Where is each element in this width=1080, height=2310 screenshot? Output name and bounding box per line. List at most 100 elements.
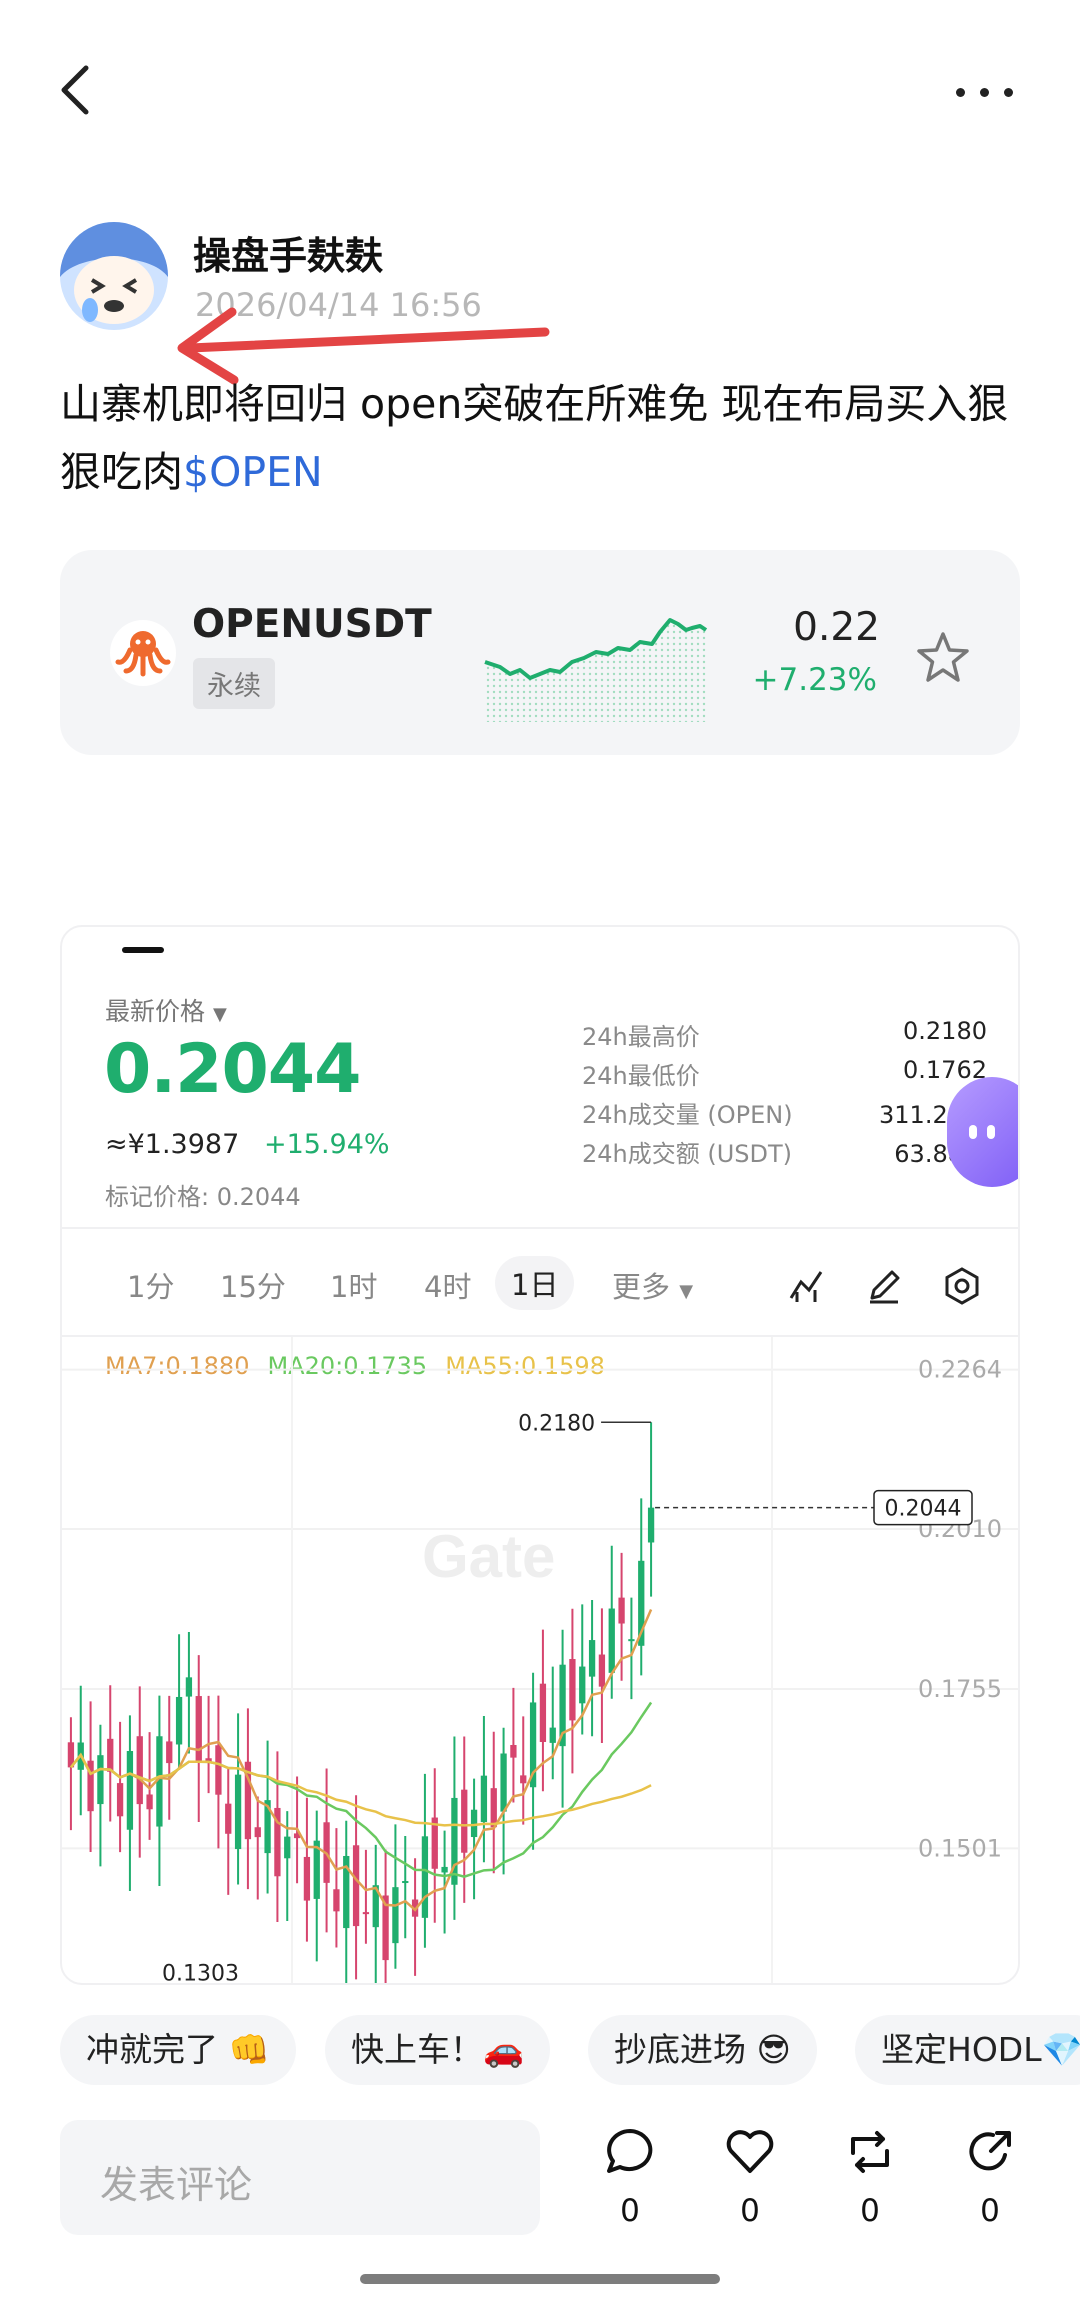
tab-15m[interactable]: 15分 bbox=[220, 1264, 286, 1306]
candle-body bbox=[215, 1745, 222, 1795]
candle-body bbox=[579, 1666, 586, 1704]
candle-body bbox=[303, 1856, 311, 1901]
candle-body bbox=[97, 1755, 104, 1805]
candle-body bbox=[116, 1783, 124, 1817]
card-change: +7.23% bbox=[752, 662, 877, 698]
latest-price: 0.2044 bbox=[104, 1030, 361, 1109]
candle-body bbox=[107, 1738, 114, 1772]
divider bbox=[62, 1227, 1018, 1229]
candle-body bbox=[608, 1608, 615, 1673]
interval-tabs: 1分 15分 1时 4时 1日 更多 ▼ bbox=[62, 1252, 1018, 1322]
candle-body bbox=[588, 1640, 596, 1677]
candle-body bbox=[195, 1696, 202, 1763]
perpetual-badge: 永续 bbox=[193, 658, 275, 709]
candle-body bbox=[441, 1866, 448, 1873]
comment-input[interactable]: 发表评论 bbox=[60, 2120, 540, 2235]
sparkline bbox=[484, 618, 708, 722]
stat-row: 24h最低价 0.1762 bbox=[582, 1056, 987, 1090]
candle-body bbox=[284, 1836, 291, 1859]
indicator-icon[interactable] bbox=[787, 1266, 827, 1306]
candle-body bbox=[234, 1774, 242, 1850]
candlestick-chart[interactable]: 0.22640.20100.17550.1501 Gate 0.21800.20… bbox=[62, 1337, 1020, 1985]
cny-price: ≈¥1.3987 bbox=[105, 1129, 240, 1160]
drag-handle[interactable] bbox=[122, 947, 164, 953]
tab-4h[interactable]: 4时 bbox=[424, 1264, 471, 1306]
mark-price: 标记价格: 0.2044 bbox=[105, 1183, 301, 1211]
y-tick-label: 0.1501 bbox=[918, 1834, 1002, 1862]
caret-down-icon: ▼ bbox=[212, 1004, 227, 1025]
last-price-label: 0.2044 bbox=[885, 1497, 962, 1522]
high-label: 0.2180 bbox=[518, 1411, 595, 1436]
comment-button[interactable]: 0 bbox=[595, 2125, 665, 2245]
quick-reply-chip[interactable]: 冲就完了 👊 bbox=[60, 2015, 296, 2085]
more-button[interactable] bbox=[950, 70, 1020, 110]
candle-body bbox=[225, 1803, 232, 1834]
settings-hex-icon[interactable] bbox=[942, 1266, 982, 1306]
candle-body bbox=[628, 1639, 635, 1642]
comment-icon bbox=[607, 2129, 653, 2173]
candle-body bbox=[490, 1788, 497, 1828]
quick-reply-chip[interactable]: 坚定HODL💎 bbox=[855, 2015, 1080, 2085]
tab-1d[interactable]: 1日 bbox=[495, 1256, 575, 1310]
candle-body bbox=[500, 1753, 507, 1812]
candle-body bbox=[569, 1659, 576, 1721]
candle-body bbox=[254, 1827, 261, 1838]
latest-price-label[interactable]: 最新价格 ▼ bbox=[105, 992, 227, 1028]
candle-body bbox=[333, 1889, 340, 1912]
candle-body bbox=[166, 1741, 173, 1764]
home-indicator bbox=[360, 2274, 720, 2284]
watermark: Gate bbox=[422, 1523, 555, 1590]
quick-reply-chip[interactable]: 快上车！🚗 bbox=[325, 2015, 551, 2085]
ticker-card[interactable]: OPENUSDT 永续 0.22 +7.23% bbox=[60, 550, 1020, 755]
y-tick-label: 0.1755 bbox=[918, 1675, 1002, 1703]
assistant-bubble[interactable] bbox=[947, 1077, 1018, 1187]
candle-body bbox=[461, 1789, 468, 1853]
pencil-icon[interactable] bbox=[864, 1266, 904, 1306]
like-button[interactable]: 0 bbox=[715, 2125, 785, 2245]
heart-icon bbox=[726, 2130, 774, 2173]
tab-more[interactable]: 更多 ▼ bbox=[612, 1264, 693, 1306]
repost-button[interactable]: 0 bbox=[835, 2125, 905, 2245]
stat-row: 24h最高价 0.2180 bbox=[582, 1017, 987, 1051]
candle-body bbox=[598, 1654, 606, 1687]
price-change: +15.94% bbox=[264, 1129, 390, 1160]
caret-down-icon: ▼ bbox=[679, 1281, 694, 1302]
tab-1h[interactable]: 1时 bbox=[330, 1264, 377, 1306]
candle-body bbox=[470, 1809, 478, 1838]
candle-body bbox=[480, 1775, 488, 1823]
candle-body bbox=[146, 1794, 153, 1810]
card-price: 0.22 bbox=[793, 605, 880, 650]
low-label: 0.1303 bbox=[162, 1962, 239, 1985]
candle-body bbox=[402, 1881, 409, 1884]
quick-replies: 冲就完了 👊 快上车！🚗 抄底进场 😎 坚定HODL💎 bbox=[0, 2015, 1080, 2085]
chevron-left-icon bbox=[61, 65, 89, 115]
quick-reply-chip[interactable]: 抄底进场 😎 bbox=[588, 2015, 817, 2085]
candle-body bbox=[510, 1744, 517, 1758]
candle-body bbox=[618, 1597, 625, 1624]
favorite-button[interactable] bbox=[915, 630, 971, 686]
candle-body bbox=[647, 1507, 655, 1543]
stat-row: 24h成交量 (OPEN) 311.26万 bbox=[582, 1101, 987, 1129]
candle-body bbox=[136, 1736, 143, 1805]
y-tick-label: 0.2264 bbox=[918, 1356, 1002, 1384]
candle-body bbox=[539, 1683, 547, 1742]
candle-body bbox=[362, 1912, 370, 1915]
back-button[interactable] bbox=[56, 60, 96, 120]
post-text: 山寨机即将回归 open突破在所难免 现在布局买入狠狠吃肉$OPEN bbox=[60, 370, 1020, 506]
more-dots-icon bbox=[956, 88, 965, 97]
ticker-link[interactable]: $OPEN bbox=[183, 448, 323, 496]
avatar[interactable] bbox=[60, 222, 168, 330]
stat-row: 24h成交额 (USDT) 63.88万 bbox=[582, 1140, 987, 1168]
candle-body bbox=[185, 1677, 193, 1697]
share-button[interactable]: 0 bbox=[955, 2125, 1025, 2245]
tab-1m[interactable]: 1分 bbox=[127, 1264, 174, 1306]
candle-body bbox=[421, 1836, 429, 1918]
candle-body bbox=[352, 1845, 360, 1927]
repost-icon bbox=[851, 2131, 889, 2173]
share-icon bbox=[969, 2131, 1011, 2171]
candle-body bbox=[520, 1775, 527, 1784]
candle-body bbox=[549, 1727, 556, 1743]
market-panel: 最新价格 ▼ 0.2044 ≈¥1.3987 +15.94% 标记价格: 0.2… bbox=[60, 925, 1020, 1985]
author-name[interactable]: 操盘手麸麸 bbox=[193, 225, 383, 280]
star-icon bbox=[917, 632, 969, 682]
